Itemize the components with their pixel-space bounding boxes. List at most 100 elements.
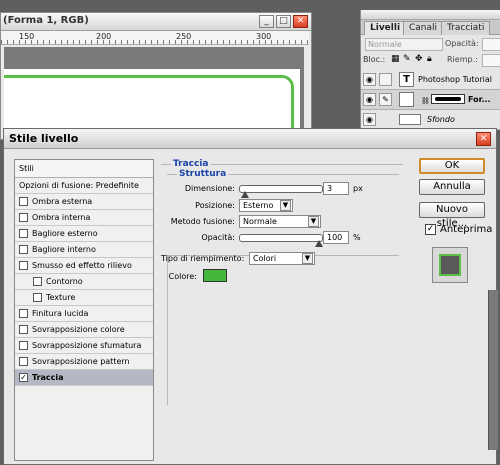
style-item[interactable]: Ombra interna — [15, 210, 153, 226]
style-item[interactable]: Finitura lucida — [15, 306, 153, 322]
tab-tracciati[interactable]: Tracciati — [441, 21, 491, 35]
document-titlebar[interactable]: (Forma 1, RGB) _ □ ✕ — [1, 13, 311, 31]
chevron-down-icon[interactable]: ▼ — [308, 216, 319, 227]
style-item[interactable]: Smusso ed effetto rilievo — [15, 258, 153, 274]
eye-icon[interactable]: ◉ — [363, 93, 376, 106]
style-checkbox[interactable] — [19, 261, 28, 270]
layer-name: For... — [468, 95, 491, 104]
close-icon[interactable]: ✕ — [476, 132, 491, 146]
opacity-input[interactable] — [482, 38, 500, 51]
panel-tabs: Livelli Canali Tracciati — [361, 20, 500, 35]
styles-list: Stili Opzioni di fusione: Predefinite Omb… — [14, 159, 154, 461]
tab-livelli[interactable]: Livelli — [364, 21, 407, 35]
vector-mask-thumbnail — [431, 94, 465, 104]
position-select[interactable]: Esterno ▼ — [239, 199, 293, 212]
stroke-shape — [4, 75, 294, 135]
scrollbar[interactable] — [488, 290, 498, 450]
style-checkbox[interactable]: ✓ — [19, 373, 28, 382]
fill-input[interactable] — [482, 54, 500, 67]
stroke-color-swatch[interactable] — [203, 269, 227, 282]
structure-title: Struttura — [177, 169, 229, 179]
layer-name: Photoshop Tutorial — [418, 75, 492, 84]
chevron-down-icon[interactable]: ▼ — [280, 200, 291, 211]
opacity-unit: % — [353, 233, 361, 242]
style-item-label: Texture — [46, 293, 76, 302]
layer-row[interactable]: ◉ Sfondo — [361, 110, 500, 130]
style-item[interactable]: Contorno — [15, 274, 153, 290]
dialog-titlebar[interactable]: Stile livello ✕ — [4, 129, 496, 149]
opacity-label: Opacità: — [201, 233, 235, 242]
lock-all-icon[interactable]: 🔒︎ — [427, 54, 432, 64]
style-item[interactable]: Bagliore interno — [15, 242, 153, 258]
size-slider-handle[interactable] — [241, 191, 250, 198]
fill-type-select[interactable]: Colori ▼ — [249, 252, 315, 265]
style-item[interactable]: Sovrapposizione colore — [15, 322, 153, 338]
style-item[interactable]: Texture — [15, 290, 153, 306]
position-value: Esterno — [243, 201, 274, 210]
lock-transparency-icon[interactable]: ▦ — [391, 54, 400, 64]
style-checkbox[interactable] — [19, 325, 28, 334]
style-checkbox[interactable] — [19, 341, 28, 350]
tab-canali[interactable]: Canali — [403, 21, 444, 35]
style-item-label: Opzioni di fusione: Predefinite — [19, 181, 139, 190]
ruler-label: 300 — [256, 32, 272, 41]
style-item[interactable]: Ombra esterna — [15, 194, 153, 210]
layer-style-dialog: Stile livello ✕ Stili Opzioni di fusione… — [3, 128, 497, 465]
style-item-label: Ombra interna — [32, 213, 91, 222]
document-canvas[interactable] — [4, 47, 304, 139]
eye-icon[interactable]: ◉ — [363, 113, 376, 126]
ruler-label: 150 — [19, 32, 35, 41]
brush-icon[interactable]: ✎ — [379, 93, 392, 106]
blend-mode-select[interactable]: Normale ▼ — [239, 215, 321, 228]
chevron-down-icon[interactable]: ▼ — [302, 253, 313, 264]
opacity-label: Opacità: — [445, 39, 479, 48]
style-checkbox[interactable] — [19, 197, 28, 206]
document-window: (Forma 1, RGB) _ □ ✕ 150 200 250 300 — [0, 12, 312, 140]
fill-label: Riemp.: — [447, 55, 478, 64]
size-input[interactable]: 3 — [323, 182, 349, 195]
layer-name: Sfondo — [427, 115, 455, 124]
close-button[interactable]: ✕ — [293, 15, 308, 28]
preview-checkbox[interactable]: ✓ — [425, 224, 436, 235]
lock-brush-icon[interactable]: ✎ — [403, 54, 411, 64]
style-item-label: Sovrapposizione pattern — [32, 357, 130, 366]
style-checkbox[interactable] — [19, 229, 28, 238]
style-item-label: Ombra esterna — [32, 197, 93, 206]
ruler-label: 250 — [176, 32, 192, 41]
horizontal-ruler: 150 200 250 300 — [1, 31, 309, 45]
styles-list-header[interactable]: Stili — [15, 160, 153, 178]
style-item-label: Sovrapposizione sfumatura — [32, 341, 142, 350]
style-checkbox[interactable] — [33, 293, 42, 302]
opacity-slider-handle[interactable] — [315, 240, 323, 247]
size-slider[interactable] — [239, 185, 323, 193]
style-checkbox[interactable] — [19, 245, 28, 254]
opacity-slider[interactable] — [239, 234, 323, 242]
style-checkbox[interactable] — [19, 357, 28, 366]
style-item[interactable]: Sovrapposizione pattern — [15, 354, 153, 370]
style-checkbox[interactable] — [19, 213, 28, 222]
opacity-input[interactable]: 100 — [323, 231, 349, 244]
style-item[interactable]: Opzioni di fusione: Predefinite — [15, 178, 153, 194]
preview-thumbnail — [439, 254, 461, 276]
style-item[interactable]: ✓ Traccia — [15, 370, 153, 386]
style-item[interactable]: Bagliore esterno — [15, 226, 153, 242]
layer-row[interactable]: ◉ ✎ ⛓ For... — [361, 90, 500, 110]
cancel-button[interactable]: Annulla — [419, 179, 485, 195]
style-item-label: Contorno — [46, 277, 83, 286]
link-cell[interactable] — [379, 73, 392, 86]
layer-thumbnail — [399, 92, 414, 107]
style-checkbox[interactable] — [33, 277, 42, 286]
layer-row[interactable]: ◉ T Photoshop Tutorial — [361, 70, 500, 90]
ok-button[interactable]: OK — [419, 158, 485, 174]
style-item[interactable]: Sovrapposizione sfumatura — [15, 338, 153, 354]
layer-blend-mode-select[interactable]: Normale — [365, 38, 443, 51]
style-checkbox[interactable] — [19, 309, 28, 318]
maximize-button[interactable]: □ — [276, 15, 291, 28]
new-style-button[interactable]: Nuovo stile... — [419, 202, 485, 229]
eye-icon[interactable]: ◉ — [363, 73, 376, 86]
minimize-button[interactable]: _ — [259, 15, 274, 28]
layers-panel: Livelli Canali Tracciati Normale Opacità… — [360, 10, 500, 130]
panel-titlebar[interactable] — [361, 10, 500, 20]
lock-move-icon[interactable]: ✥ — [415, 54, 423, 64]
document-title: (Forma 1, RGB) — [3, 15, 89, 26]
